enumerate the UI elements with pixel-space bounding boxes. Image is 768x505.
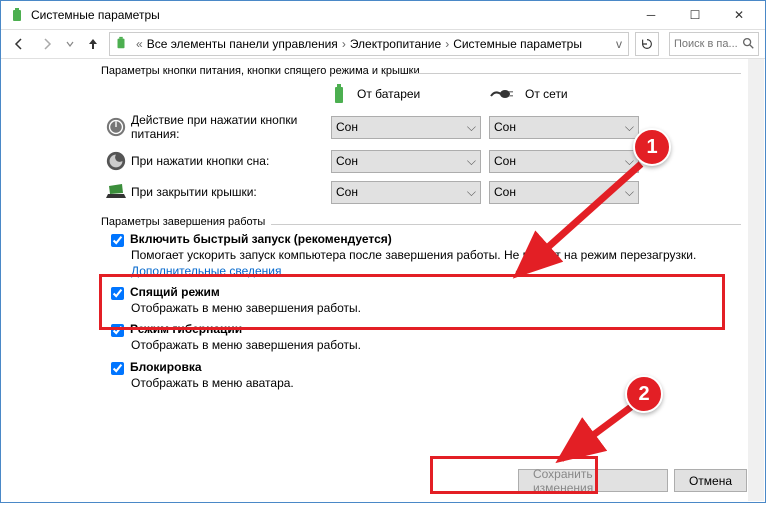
lid-ac-select[interactable]: Сон⌵: [489, 181, 639, 204]
power-button-ac-select[interactable]: Сон⌵: [489, 116, 639, 139]
sleep-button-ac-select[interactable]: Сон⌵: [489, 150, 639, 173]
annotation-badge-2: 2: [625, 375, 663, 413]
titlebar: Системные параметры ─ ☐ ✕: [1, 1, 765, 29]
power-icon: [101, 116, 131, 138]
annotation-badge-1: 1: [633, 128, 671, 166]
window-title: Системные параметры: [31, 8, 629, 22]
moon-icon: [101, 150, 131, 172]
minimize-button[interactable]: ─: [629, 1, 673, 29]
refresh-button[interactable]: [635, 32, 659, 56]
plug-icon: [489, 86, 515, 102]
back-button[interactable]: [7, 32, 31, 56]
sleep-checkbox[interactable]: [111, 287, 124, 300]
section-title: Параметры кнопки питания, кнопки спящего…: [101, 65, 741, 77]
battery-icon: [331, 83, 347, 105]
laptop-icon: [101, 182, 131, 202]
sleep-button-battery-select[interactable]: Сон⌵: [331, 150, 481, 173]
checkbox-sleep: Спящий режим Отображать в меню завершени…: [111, 285, 741, 316]
navbar: « Все элементы панели управления › Элект…: [1, 29, 765, 59]
column-header-battery: От батареи: [331, 83, 489, 105]
up-button[interactable]: [81, 32, 105, 56]
checkbox-fast-startup: Включить быстрый запуск (рекомендуется) …: [111, 232, 741, 279]
maximize-button[interactable]: ☐: [673, 1, 717, 29]
breadcrumb-item[interactable]: Системные параметры: [453, 37, 582, 51]
battery-icon: [9, 7, 25, 23]
breadcrumb[interactable]: « Все элементы панели управления › Элект…: [109, 32, 629, 56]
cancel-button[interactable]: Отмена: [674, 469, 747, 492]
setting-row-lid: При закрытии крышки: Сон⌵ Сон⌵: [101, 181, 741, 204]
search-icon: [741, 36, 755, 53]
battery-icon: [114, 36, 128, 53]
close-button[interactable]: ✕: [717, 1, 761, 29]
power-button-battery-select[interactable]: Сон⌵: [331, 116, 481, 139]
hibernate-checkbox[interactable]: [111, 324, 124, 337]
checkbox-hibernate: Режим гибернации Отображать в меню завер…: [111, 322, 741, 353]
learn-more-link[interactable]: Дополнительные сведения: [131, 264, 281, 278]
section-title-shutdown: Параметры завершения работы: [101, 216, 741, 228]
history-dropdown[interactable]: [63, 32, 77, 56]
column-header-ac: От сети: [489, 83, 647, 105]
breadcrumb-item[interactable]: Электропитание: [350, 37, 441, 51]
fast-startup-checkbox[interactable]: [111, 234, 124, 247]
forward-button[interactable]: [35, 32, 59, 56]
breadcrumb-item[interactable]: Все элементы панели управления: [147, 37, 338, 51]
lid-battery-select[interactable]: Сон⌵: [331, 181, 481, 204]
save-button[interactable]: Сохранить изменения: [518, 469, 668, 492]
window: Системные параметры ─ ☐ ✕ « Все элементы…: [0, 0, 766, 503]
vertical-scrollbar[interactable]: [748, 59, 764, 501]
lock-checkbox[interactable]: [111, 362, 124, 375]
